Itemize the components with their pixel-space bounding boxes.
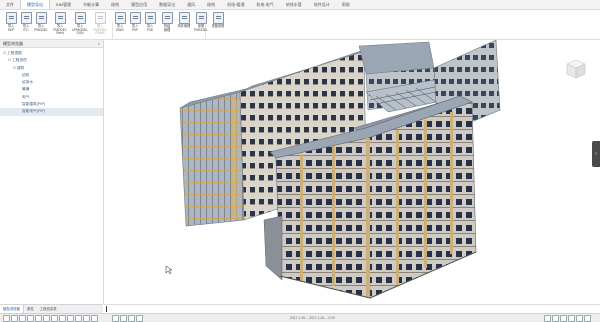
ribbon-button-label: 导入 IFC — [22, 24, 30, 32]
ribbon-button-9[interactable]: 构建 管理 — [159, 12, 175, 32]
import-file-icon — [5, 12, 17, 24]
nav-cube-icon[interactable] — [565, 58, 587, 80]
import-file-icon — [129, 12, 141, 24]
podium — [263, 215, 283, 281]
model-tree: ⊟工程视图 ⊟工程选项 ⊟建筑 结构给排水暖通电气智能建筑(PIP) 智能电气(PIP) — [0, 48, 103, 116]
ribbon-button-11[interactable]: 参照 PMODEL — [193, 12, 209, 32]
ribbon-button-10[interactable]: 构件管理 — [176, 12, 192, 29]
ribbon-button-6[interactable]: 导入 DWG — [112, 12, 128, 32]
tree-item-label: 暖通 — [22, 87, 30, 92]
model-browser-panel: 模型浏览器 × ⊟工程视图 ⊟工程选项 ⊟建筑 结构给排水暖通电气智能建筑(PIP) 智… — [0, 40, 104, 304]
ribbon-button-label: 导入PMODEL PDMS — [93, 24, 107, 36]
tree-item[interactable]: ⊟工程视图 — [0, 50, 103, 57]
tree-item[interactable]: 暖通 — [0, 86, 103, 93]
ribbon-button-label: 导入PMODEL Revit — [53, 24, 67, 36]
tab-12[interactable]: 软件设计 — [308, 0, 336, 9]
tab-3[interactable]: 节能计算 — [77, 0, 105, 9]
tree-item[interactable]: 结构 — [0, 72, 103, 79]
tab-9[interactable]: 机电·暖通 — [221, 0, 250, 9]
status-coordinates: 2017.1.26 -- 2017.1.26 -- 0.00 — [290, 316, 336, 320]
tree-item-label: 电气 — [22, 94, 30, 99]
ribbon-button-label: 导入 PM* — [131, 24, 139, 32]
ribbon-button-12[interactable]: 视图参照 — [210, 12, 226, 29]
tab-2[interactable]: BIM管理 — [50, 0, 77, 9]
import-file-icon — [35, 12, 47, 24]
ribbon-button-4[interactable]: 导入UPMODEL DGN — [72, 12, 88, 36]
tree-item-label: 工程选项 — [12, 58, 27, 63]
tab-13[interactable]: 帮助 — [336, 0, 356, 9]
ribbon-button-label: 导入 SKP — [7, 24, 15, 32]
ribbon-tab-bar: 文件 模型导出 BIM管理 节能计算 结构 模型应用 数据导出 通风 结构 机电·暖通 机电·电气给… — [0, 0, 600, 10]
import-file-icon — [144, 12, 156, 24]
side-panel-toggle-icon[interactable]: ‹ — [592, 141, 600, 167]
tab-5[interactable]: 模型应用 — [125, 0, 153, 9]
ribbon-button-7[interactable]: 导入 PM* — [127, 12, 143, 32]
tree-item-label: 工程视图 — [7, 51, 22, 55]
tab-0[interactable]: 文件 — [0, 0, 20, 9]
ribbon-button-label: 导入 DWG — [116, 24, 124, 32]
model-browser-header: 模型浏览器 × — [0, 40, 103, 48]
curved-wing-column — [232, 100, 238, 220]
tree-item[interactable]: 电气 — [0, 94, 103, 101]
ribbon-button-label: 构建 管理 — [163, 24, 171, 32]
tree-item-label: 建筑 — [17, 65, 25, 70]
import-file-icon — [161, 12, 173, 24]
import-file-icon — [114, 12, 126, 24]
model-browser-title: 模型浏览器 — [3, 41, 23, 46]
tab-1[interactable]: 模型导出 — [20, 0, 50, 9]
tree-item-label: 给排水 — [22, 80, 34, 85]
ribbon-toolbar: 导入 链接参照 导入 SKP导入 IFC导入 PMODEL导入PMODEL Re… — [0, 10, 600, 48]
building-model[interactable] — [104, 40, 600, 304]
tree-item[interactable]: ⊟工程选项 — [0, 57, 103, 64]
close-icon[interactable]: × — [98, 40, 100, 47]
input-caret — [106, 306, 107, 312]
tree-item[interactable]: 给排水 — [0, 79, 103, 86]
tab-4[interactable]: 结构 — [105, 0, 125, 9]
tree-item[interactable]: ⊟建筑 — [0, 65, 103, 72]
tab-7[interactable]: 通风 — [181, 0, 201, 9]
tree-item-label: 智能建筑(PIP) — [22, 102, 46, 107]
ribbon-button-label: 导入 PMODEL — [34, 24, 48, 32]
tree-item-label: 结构 — [22, 72, 30, 77]
import-file-icon — [20, 12, 32, 24]
ribbon-button-label: 参照 PMODEL — [194, 24, 208, 32]
import-file-icon — [74, 12, 86, 24]
tree-item[interactable]: 智能电气(PIP) — [0, 108, 103, 116]
import-file-icon — [178, 12, 190, 24]
front-block-left-facade — [275, 137, 371, 299]
ribbon-button-label: 视图参照 — [211, 24, 225, 28]
import-file-icon — [212, 12, 224, 24]
import-file-icon — [54, 12, 66, 24]
ribbon-button-label: 导入UPMODEL DGN — [72, 24, 88, 36]
tab-11[interactable]: 给排水管 — [280, 0, 308, 9]
3d-viewport[interactable] — [104, 40, 600, 304]
tab-8[interactable]: 结构 — [201, 0, 221, 9]
ribbon-button-5[interactable]: 导入PMODEL PDMS — [92, 12, 108, 36]
tab-10[interactable]: 机电·电气 — [250, 0, 279, 9]
tab-6[interactable]: 数据导出 — [153, 0, 181, 9]
tree-item[interactable]: 智能建筑(PIP) — [0, 101, 103, 108]
ribbon-button-label: 构件管理 — [177, 24, 191, 28]
ribbon-button-2[interactable]: 导入 PMODEL — [33, 12, 49, 32]
ribbon-button-0[interactable]: 导入 SKP — [3, 12, 19, 32]
tree-item-label: 智能电气(PIP) — [22, 109, 46, 114]
import-file-icon — [94, 12, 106, 24]
cursor-icon — [165, 265, 173, 275]
ribbon-button-3[interactable]: 导入PMODEL Revit — [52, 12, 68, 36]
ribbon-button-8[interactable]: 导入 P3D — [142, 12, 158, 32]
import-file-icon — [195, 12, 207, 24]
ribbon-button-1[interactable]: 导入 IFC — [18, 12, 34, 32]
ribbon-button-label: 导入 P3D — [146, 24, 154, 32]
command-input[interactable] — [104, 304, 600, 313]
